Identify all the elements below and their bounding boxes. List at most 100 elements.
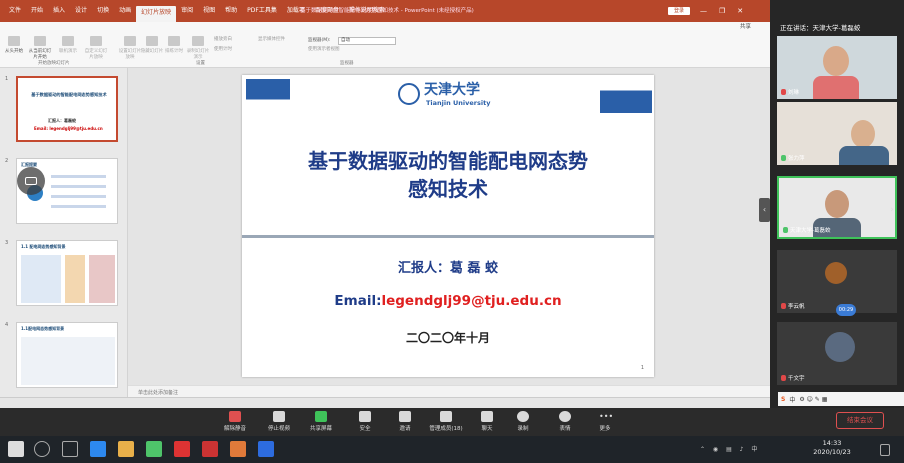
from-current-button[interactable]: 从当前幻灯片开始: [28, 32, 52, 60]
share-screen-icon: [315, 411, 327, 422]
acrobat-icon[interactable]: [174, 441, 190, 457]
participant-avatar: [825, 262, 847, 284]
thumb-number: 1: [5, 76, 9, 82]
clock[interactable]: 14:33 2020/10/23: [812, 439, 852, 457]
powerpoint-window: 文件 开始 插入 设计 切换 动画 幻灯片放映 审阅 视图 帮助 PDF工具集 …: [0, 0, 770, 408]
tile-name: 李云帆: [781, 302, 805, 310]
document-title: 基于数据驱动的智能配电网态势感知技术 - PowerPoint (未经授权产品): [300, 8, 474, 14]
hide-slide-button[interactable]: 隐藏幻灯片: [140, 32, 164, 54]
slide-number: 1: [640, 365, 644, 371]
notes-pane[interactable]: 单击此处添加备注: [128, 385, 770, 397]
title-bar: 文件 开始 插入 设计 切换 动画 幻灯片放映 审阅 视图 帮助 PDF工具集 …: [0, 0, 770, 22]
record-slideshow-button[interactable]: 录制幻灯片演示: [186, 32, 210, 60]
play-narration-check[interactable]: 播放旁白: [214, 36, 232, 42]
thumbnail-slide-4[interactable]: 1.1配电网态势感知背景: [16, 322, 118, 388]
search-icon[interactable]: [34, 441, 50, 457]
reporter-name: 葛 磊 蛟: [449, 261, 499, 276]
thumb-number: 3: [5, 240, 9, 246]
clock-date: 2020/10/23: [813, 448, 851, 456]
more-button[interactable]: ••• 更多: [588, 410, 622, 432]
custom-slideshow-icon: [90, 36, 102, 46]
present-online-button[interactable]: 联机演示: [56, 32, 80, 54]
record-button[interactable]: 录制: [506, 410, 540, 432]
edge-browser-icon[interactable]: [90, 441, 106, 457]
task-view-icon[interactable]: [62, 441, 78, 457]
chat-button[interactable]: 聊天: [470, 410, 504, 432]
screen: 文件 开始 插入 设计 切换 动画 幻灯片放映 审阅 视图 帮助 PDF工具集 …: [0, 0, 904, 463]
security-button[interactable]: 安全: [348, 410, 382, 432]
powerpoint-taskbar-icon[interactable]: [230, 441, 246, 457]
active-speaker-label: 正在讲话：天津大学-葛磊蛟: [780, 24, 861, 32]
invite-button[interactable]: 邀请: [388, 410, 422, 432]
system-tray-icons[interactable]: ⌃ ◉ ▤ ♪ 中: [700, 444, 760, 453]
email-line: Email:legendglj99@tju.edu.cn: [242, 293, 654, 309]
thumb-3-title: 1.1 配电网态势感知背景: [21, 244, 66, 249]
minimize-icon[interactable]: —: [700, 0, 707, 22]
video-tile-2[interactable]: 张力萍: [777, 102, 897, 165]
close-icon[interactable]: ✕: [737, 0, 743, 22]
video-tile-4[interactable]: 李云帆: [777, 250, 897, 313]
video-tile-3-active[interactable]: 天津大学-葛磊蛟: [777, 176, 897, 239]
reactions-button[interactable]: 表情: [548, 410, 582, 432]
more-dots-icon: •••: [599, 412, 614, 421]
menu-design[interactable]: 设计: [70, 0, 92, 22]
manage-participants-button[interactable]: 管理成员(18): [426, 410, 466, 432]
record-icon: [192, 36, 204, 46]
menu-pdf[interactable]: PDF工具集: [242, 0, 282, 22]
ime-toolbar[interactable]: S 中 ⚙ ☺ ✎ ▦: [778, 392, 904, 406]
rehearse-timings-button[interactable]: 排练计时: [162, 32, 186, 54]
wechat-icon[interactable]: [146, 441, 162, 457]
show-media-controls-check[interactable]: 显示媒体控件: [258, 36, 285, 42]
thumb-3-figure: [65, 255, 85, 303]
menu-help[interactable]: 帮助: [220, 0, 242, 22]
share-screen-button[interactable]: 共享屏幕: [304, 410, 338, 432]
speaking-timer-badge: 00:29: [836, 304, 856, 316]
unmute-button[interactable]: 解除静音: [218, 410, 252, 432]
restore-icon[interactable]: ❐: [719, 0, 725, 22]
clock-time: 14:33: [822, 439, 842, 447]
menu-insert[interactable]: 插入: [48, 0, 70, 22]
slideshow-current-icon: [34, 36, 46, 46]
share-button[interactable]: 共享: [740, 22, 751, 32]
start-windows-icon[interactable]: [8, 441, 24, 457]
custom-slideshow-button[interactable]: 自定义幻灯片放映: [84, 32, 108, 60]
video-tile-1[interactable]: 刘琳: [777, 36, 897, 99]
next-page-arrow-icon[interactable]: ›: [886, 198, 898, 222]
thumb-1-title: 基于数据驱动的智能配电网态势感知技术: [31, 92, 107, 97]
collapse-panel-arrow-icon[interactable]: ‹: [759, 198, 770, 222]
login-button[interactable]: 登录: [668, 7, 690, 15]
participant-face: [825, 190, 849, 218]
camera-icon[interactable]: [17, 167, 45, 195]
end-meeting-button[interactable]: 结束会议: [836, 412, 884, 429]
ime-mode[interactable]: 中: [789, 395, 795, 404]
thumb-1-email: Email: legendglj99@tju.edu.cn: [34, 126, 103, 131]
thumbnail-slide-3[interactable]: 1.1 配电网态势感知背景: [16, 240, 118, 306]
ime-tools-icon[interactable]: ⚙ ☺ ✎ ▦: [799, 396, 827, 403]
setup-slideshow-icon: [124, 36, 136, 46]
current-slide[interactable]: 天津大学 Tianjin University 基于数据驱动的智能配电网态势 感…: [242, 75, 654, 377]
menu-review[interactable]: 审阅: [176, 0, 198, 22]
notification-icon[interactable]: [880, 444, 890, 456]
menu-transitions[interactable]: 切换: [92, 0, 114, 22]
menu-animations[interactable]: 动画: [114, 0, 136, 22]
menu-file[interactable]: 文件: [4, 0, 26, 22]
slide-title-line2: 感知技术: [408, 177, 488, 201]
menu-home[interactable]: 开始: [26, 0, 48, 22]
thumbnail-slide-1[interactable]: 基于数据驱动的智能配电网态势感知技术 汇报人：葛磊蛟 Email: legend…: [16, 76, 118, 142]
monitor-label: 监视器(M):: [308, 38, 331, 43]
wps-icon[interactable]: [202, 441, 218, 457]
menu-slideshow[interactable]: 幻灯片放映: [136, 6, 177, 22]
file-explorer-icon[interactable]: [118, 441, 134, 457]
from-beginning-button[interactable]: 从头开始: [2, 32, 26, 54]
campus-building-left-icon: [246, 79, 290, 113]
use-timings-check[interactable]: 使用计时: [214, 46, 232, 52]
report-date: 二〇二〇年十月: [405, 331, 490, 345]
monitor-select[interactable]: 自动: [338, 37, 396, 45]
stop-video-button[interactable]: 停止视频: [262, 410, 296, 432]
presenter-view-check[interactable]: 使用演示者视图: [308, 46, 340, 52]
participant-face: [823, 46, 849, 76]
menu-view[interactable]: 视图: [198, 0, 220, 22]
zoom-taskbar-icon[interactable]: [258, 441, 274, 457]
video-tile-5[interactable]: 千文宇: [777, 322, 897, 385]
setup-slideshow-button[interactable]: 设置幻灯片放映: [118, 32, 142, 60]
